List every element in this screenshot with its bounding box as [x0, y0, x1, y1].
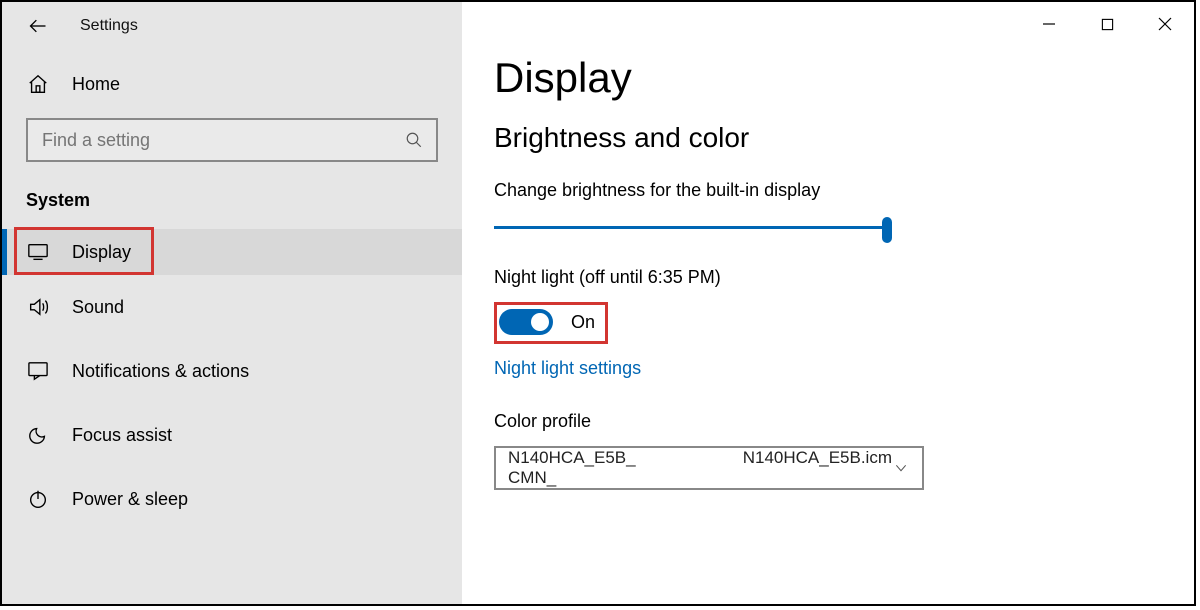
sidebar-item-power-sleep[interactable]: Power & sleep: [2, 467, 462, 531]
settings-window: Settings Home System: [0, 0, 1196, 606]
main-content: Display Brightness and color Change brig…: [462, 2, 1194, 604]
sidebar-item-home[interactable]: Home: [2, 50, 462, 118]
section-title: Brightness and color: [494, 122, 1154, 154]
close-button[interactable]: [1136, 4, 1194, 44]
color-profile-value-a: N140HCA_E5B_ CMN_: [508, 448, 681, 488]
power-icon: [26, 487, 50, 511]
category-label: System: [26, 190, 462, 211]
toggle-knob: [531, 313, 549, 331]
night-light-settings-link[interactable]: Night light settings: [494, 358, 641, 379]
chevron-down-icon: [892, 459, 910, 477]
search-box[interactable]: [26, 118, 438, 162]
home-label: Home: [72, 74, 120, 95]
sidebar: Settings Home System: [2, 2, 462, 604]
sidebar-item-sound[interactable]: Sound: [2, 275, 462, 339]
color-profile-dropdown[interactable]: N140HCA_E5B_ CMN_ N140HCA_E5B.icm: [494, 446, 924, 490]
app-title: Settings: [80, 17, 138, 35]
sidebar-item-label: Sound: [72, 297, 124, 318]
search-icon: [404, 130, 424, 150]
night-light-toggle-highlight: On: [494, 302, 608, 344]
color-profile-label: Color profile: [494, 411, 1154, 432]
back-icon[interactable]: [26, 14, 50, 38]
sidebar-item-label: Focus assist: [72, 425, 172, 446]
titlebar: Settings: [2, 2, 462, 50]
minimize-button[interactable]: [1020, 4, 1078, 44]
brightness-slider[interactable]: [494, 215, 892, 241]
sidebar-item-focus-assist[interactable]: Focus assist: [2, 403, 462, 467]
sidebar-item-notifications[interactable]: Notifications & actions: [2, 339, 462, 403]
toggle-state-label: On: [571, 312, 595, 333]
sidebar-item-label: Notifications & actions: [72, 361, 249, 382]
slider-thumb[interactable]: [882, 217, 892, 243]
brightness-label: Change brightness for the built-in displ…: [494, 180, 1154, 201]
page-title: Display: [494, 54, 1154, 102]
slider-track: [494, 226, 892, 229]
night-light-toggle[interactable]: [499, 309, 553, 335]
notifications-icon: [26, 359, 50, 383]
maximize-button[interactable]: [1078, 4, 1136, 44]
focus-assist-icon: [26, 423, 50, 447]
window-controls: [1020, 4, 1194, 44]
sidebar-item-label: Power & sleep: [72, 489, 188, 510]
display-icon: [26, 240, 50, 264]
color-profile-value-b: N140HCA_E5B.icm: [743, 448, 892, 488]
sound-icon: [26, 295, 50, 319]
sidebar-item-display[interactable]: Display: [2, 229, 462, 275]
home-icon: [26, 72, 50, 96]
night-light-label: Night light (off until 6:35 PM): [494, 267, 1154, 288]
sidebar-item-label: Display: [72, 242, 131, 263]
search-input[interactable]: [40, 129, 404, 152]
